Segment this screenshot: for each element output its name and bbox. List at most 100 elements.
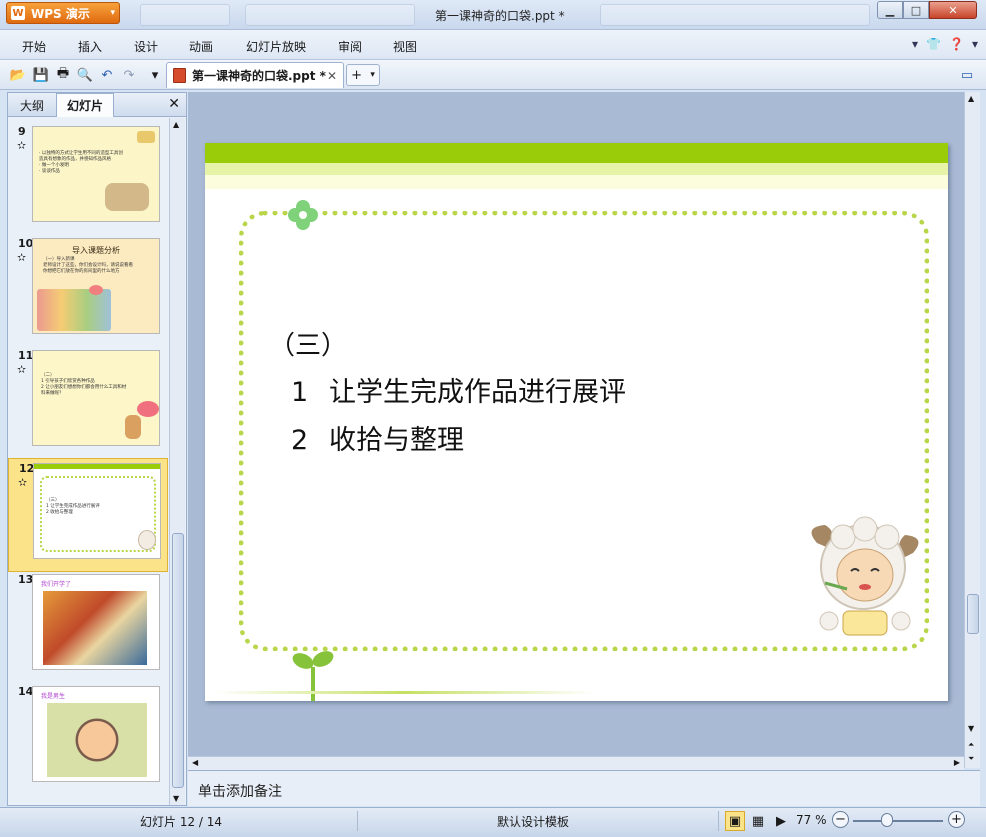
clover-icon: [288, 200, 318, 230]
notes-placeholder[interactable]: 单击添加备注: [198, 781, 282, 801]
slide-preview: 导入课题分析 （一）导入新课 老师设计了这些，你们会设计吗，请说说看看 你想把它…: [32, 238, 160, 334]
menu-insert[interactable]: 插入: [78, 38, 102, 55]
menu-right-icons: ▾ 👕 ❓ ▾: [912, 37, 978, 51]
chevron-down-icon[interactable]: ▾: [972, 37, 978, 51]
slide-thumbnail-14[interactable]: 14 我是男生: [8, 682, 168, 796]
chevron-down-icon[interactable]: ▾: [912, 37, 918, 51]
notes-pane[interactable]: 单击添加备注: [188, 770, 980, 806]
maximize-button[interactable]: □: [903, 1, 929, 19]
menu-slideshow[interactable]: 幻灯片放映: [246, 38, 306, 55]
slide-indicator: 幻灯片 12 / 14: [140, 815, 223, 829]
help-icon[interactable]: ❓: [949, 37, 964, 51]
decoration: [89, 285, 103, 295]
editor-horizontal-scrollbar[interactable]: ◀ ▶: [188, 756, 964, 770]
menu-animation[interactable]: 动画: [189, 38, 213, 55]
next-slide-icon[interactable]: ⏷: [968, 754, 974, 764]
zoom-out-button[interactable]: −: [832, 811, 849, 828]
wps-logo-icon: W: [11, 6, 25, 20]
menu-review[interactable]: 审阅: [338, 38, 362, 55]
slide-list-item[interactable]: 2 收拾与整理: [291, 418, 464, 457]
plus-icon: +: [351, 67, 363, 83]
zoom-level[interactable]: 77 %: [796, 813, 827, 827]
editor-vertical-scrollbar[interactable]: ▲ ▼ ⏶ ⏷: [964, 92, 980, 768]
animation-star-icon: ✫: [17, 363, 27, 376]
slide-preview: （三） 1 让学生完成作品进行展评 2 收拾与整理: [33, 463, 161, 559]
title-bar: W WPS 演示 ▾ 第一课神奇的口袋.ppt * ▁ □ ✕: [0, 0, 986, 30]
scroll-down-icon[interactable]: ▼: [173, 794, 179, 803]
zoom-in-button[interactable]: +: [948, 811, 965, 828]
slides-panel: 大纲 幻灯片 ✕ 9 ✫ · 以独特的方式让学生用不同的造型工具创 造具有想象的…: [7, 92, 187, 806]
thumbnail-scrollbar[interactable]: ▲ ▼: [169, 118, 185, 805]
menu-home[interactable]: 开始: [22, 38, 46, 55]
zoom-slider-handle[interactable]: [881, 813, 893, 827]
slide-thumbnail-12[interactable]: 12 ✫ （三） 1 让学生完成作品进行展评 2 收拾与整理: [8, 458, 168, 572]
slide-editing-area: （三） 1 让学生完成作品进行展评 2 收拾与整理: [188, 92, 964, 756]
new-tab-button[interactable]: + ▾: [346, 64, 380, 86]
decorative-line: [215, 691, 595, 694]
cartoon-illustration: [125, 415, 141, 439]
slideshow-view-icon[interactable]: ▶: [771, 811, 791, 831]
slide-preview: 我们开学了: [32, 574, 160, 670]
save-icon[interactable]: 💾: [32, 66, 50, 84]
zoom-slider[interactable]: [853, 820, 943, 822]
slide-thumbnail-9[interactable]: 9 ✫ · 以独特的方式让学生用不同的造型工具创 造具有想象的作品，并感知作品风…: [8, 122, 168, 236]
scroll-up-icon[interactable]: ▲: [173, 120, 179, 129]
close-window-button[interactable]: ✕: [929, 1, 977, 19]
undo-icon[interactable]: ↶: [98, 66, 116, 84]
scrollbar-thumb[interactable]: [967, 594, 979, 634]
menu-view[interactable]: 视图: [393, 38, 417, 55]
design-template-name: 默认设计模板: [497, 815, 570, 829]
sheep-character-icon: [811, 516, 919, 636]
thumb-title: 我是男生: [41, 693, 66, 700]
slide-header-band: [205, 163, 948, 175]
slide-preview: （二） 1 引导孩子们欣赏各种作品 2 让小朋友们想想你们都会用什么工具和材 料…: [32, 350, 160, 446]
tab-slides[interactable]: 幻灯片: [56, 93, 114, 117]
document-tab-label: 第一课神奇的口袋.ppt *: [192, 69, 326, 83]
list-text: 让学生完成作品进行展评: [329, 377, 626, 408]
previous-slide-icon[interactable]: ⏶: [968, 740, 974, 750]
children-drawing-image: [43, 591, 147, 665]
boy-drawing-image: [47, 703, 147, 777]
current-slide[interactable]: （三） 1 让学生完成作品进行展评 2 收拾与整理: [205, 143, 948, 701]
divider: [718, 811, 719, 831]
slide-thumbnail-10[interactable]: 10 ✫ 导入课题分析 （一）导入新课 老师设计了这些，你们会设计吗，请说说看看…: [8, 234, 168, 348]
document-tab[interactable]: 第一课神奇的口袋.ppt * ✕: [166, 62, 344, 88]
wps-app-menu-button[interactable]: W WPS 演示 ▾: [6, 2, 120, 24]
app-name: WPS 演示: [31, 6, 90, 21]
scroll-right-icon[interactable]: ▶: [954, 758, 960, 767]
scroll-left-icon[interactable]: ◀: [192, 758, 198, 767]
list-number: 1: [291, 377, 309, 408]
close-tab-icon[interactable]: ✕: [327, 69, 337, 83]
animation-star-icon: ✫: [18, 476, 28, 489]
ppt-file-icon: [173, 68, 186, 83]
slide-thumbnail-13[interactable]: 13 我们开学了: [8, 570, 168, 684]
scroll-up-icon[interactable]: ▲: [968, 94, 974, 103]
tab-outline[interactable]: 大纲: [10, 93, 54, 117]
scrollbar-thumb[interactable]: [172, 533, 184, 788]
background-window-tab: [600, 4, 870, 26]
redo-icon[interactable]: ↷: [120, 66, 138, 84]
menu-design[interactable]: 设计: [134, 38, 158, 55]
scroll-down-icon[interactable]: ▼: [968, 724, 974, 733]
slide-list-item[interactable]: 1 让学生完成作品进行展评: [291, 370, 626, 409]
thumb-text: · 谈谈作品: [39, 169, 60, 174]
slide-sorter-view-icon[interactable]: ▦: [748, 811, 768, 831]
print-preview-icon[interactable]: 🔍: [76, 66, 94, 84]
close-icon[interactable]: ✕: [168, 96, 180, 112]
slide-preview: · 以独特的方式让学生用不同的造型工具创 造具有想象的作品，并感知作品风格 · …: [32, 126, 160, 222]
thumb-text: 你想把它们放在你的房间里的什么地方: [43, 269, 120, 274]
slide-preview: 我是男生: [32, 686, 160, 782]
slide-header-band: [205, 175, 948, 189]
restore-layout-icon[interactable]: ▭: [958, 66, 976, 84]
list-text: 收拾与整理: [329, 425, 464, 456]
list-number: 2: [291, 425, 309, 456]
skin-shirt-icon[interactable]: 👕: [926, 37, 941, 51]
slide-heading[interactable]: （三）: [269, 325, 347, 362]
decoration: [137, 131, 155, 143]
open-folder-icon[interactable]: 📂: [9, 66, 27, 84]
slide-thumbnail-11[interactable]: 11 ✫ （二） 1 引导孩子们欣赏各种作品 2 让小朋友们想想你们都会用什么工…: [8, 346, 168, 460]
print-icon[interactable]: 🖶: [54, 66, 72, 84]
normal-view-icon[interactable]: ▣: [725, 811, 745, 831]
minimize-button[interactable]: ▁: [877, 1, 903, 19]
customize-toolbar-icon[interactable]: ▾: [146, 66, 164, 84]
